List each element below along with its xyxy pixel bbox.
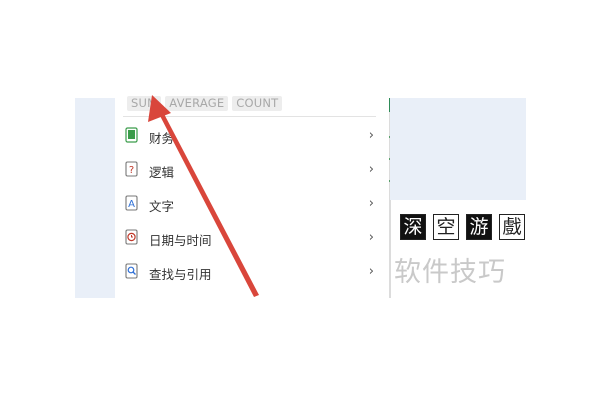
arrow-shaft <box>158 110 259 297</box>
arrow-head <box>148 95 171 122</box>
annotation-arrow <box>148 95 259 297</box>
